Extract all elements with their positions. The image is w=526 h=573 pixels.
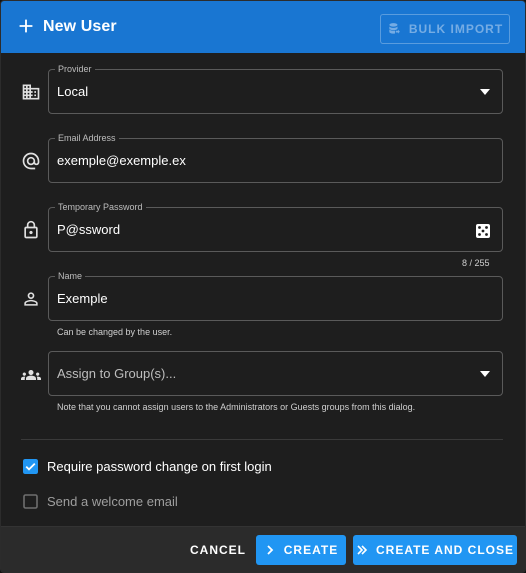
plus-icon: [19, 19, 33, 33]
dialog-title: New User: [43, 18, 117, 35]
create-label: CREATE: [283, 543, 339, 557]
create-and-close-button[interactable]: CREATE AND CLOSE: [353, 535, 517, 565]
name-hint: Can be changed by the user.: [57, 327, 173, 337]
provider-value: Local: [57, 84, 89, 99]
at-sign-icon: [21, 151, 41, 171]
require-password-change-checkbox[interactable]: Require password change on first login: [23, 459, 272, 474]
email-field[interactable]: Email Address exemple@exemple.ex: [48, 132, 503, 183]
name-field[interactable]: Name Exemple: [48, 270, 503, 321]
groups-select[interactable]: Assign to Group(s)...: [48, 351, 503, 396]
new-user-dialog: New User BULK IMPORT Provider Local Emai…: [0, 0, 526, 573]
provider-label: Provider: [55, 63, 95, 75]
password-value: P@ssword: [57, 222, 121, 237]
dialog-footer: CANCEL CREATE CREATE AND CLOSE: [1, 526, 525, 572]
caret-down-icon: [480, 371, 490, 377]
dialog-header: New User BULK IMPORT: [1, 1, 525, 53]
office-building-icon: [21, 82, 41, 102]
temporary-password-field[interactable]: Temporary Password P@ssword: [48, 201, 503, 252]
email-value: exemple@exemple.ex: [57, 153, 186, 168]
checkbox-unchecked-icon: [23, 494, 38, 509]
dice-icon[interactable]: [475, 223, 491, 239]
create-button[interactable]: CREATE: [256, 535, 346, 565]
password-label: Temporary Password: [55, 201, 146, 213]
database-import-icon: [389, 23, 400, 34]
account-group-icon: [21, 365, 41, 385]
account-icon: [21, 289, 41, 309]
email-label: Email Address: [55, 132, 119, 144]
create-and-close-label: CREATE AND CLOSE: [375, 543, 514, 557]
name-label: Name: [55, 270, 86, 282]
send-welcome-email-checkbox[interactable]: Send a welcome email: [23, 494, 178, 509]
chevron-right-icon: [267, 545, 274, 555]
groups-placeholder: Assign to Group(s)...: [57, 366, 177, 381]
bulk-import-label: BULK IMPORT: [408, 22, 504, 36]
chevron-double-right-icon: [357, 545, 368, 555]
cancel-button[interactable]: CANCEL: [187, 535, 249, 565]
groups-hint: Note that you cannot assign users to the…: [57, 402, 416, 412]
require-password-change-label: Require password change on first login: [47, 459, 272, 474]
bulk-import-button[interactable]: BULK IMPORT: [380, 14, 510, 44]
lock-icon: [21, 220, 41, 240]
password-counter: 8 / 255: [462, 258, 490, 268]
caret-down-icon: [480, 89, 490, 95]
divider: [21, 439, 503, 440]
provider-select[interactable]: Provider Local: [48, 63, 503, 114]
name-value: Exemple: [57, 291, 108, 306]
checkbox-checked-icon: [23, 459, 38, 474]
send-welcome-email-label: Send a welcome email: [47, 494, 178, 509]
